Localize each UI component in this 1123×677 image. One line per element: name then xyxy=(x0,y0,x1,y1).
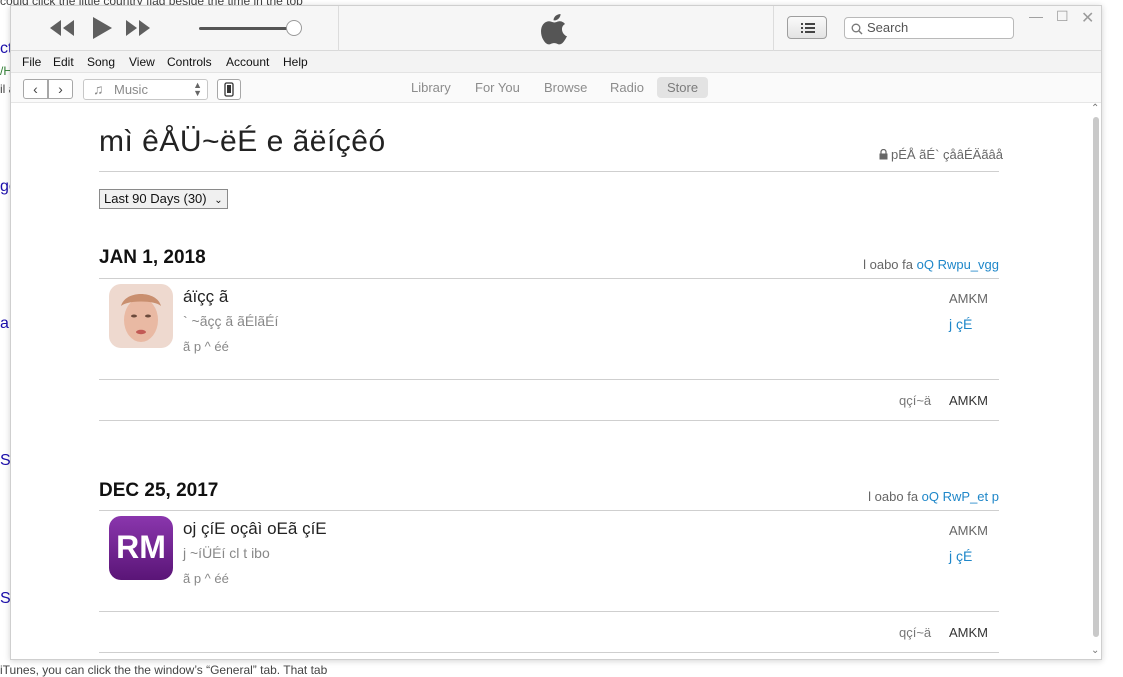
maximize-icon[interactable]: ☐ xyxy=(1056,8,1069,25)
apple-logo-icon xyxy=(541,14,567,45)
bg-frag: /H xyxy=(0,64,10,78)
tab-browse[interactable]: Browse xyxy=(544,80,587,95)
media-kind-select[interactable]: ♫ Music ▲ ▼ xyxy=(83,79,208,100)
item-type: ã p ^ éé xyxy=(183,339,229,354)
menu-view[interactable]: View xyxy=(129,55,155,69)
scroll-down-icon[interactable]: ⌄ xyxy=(1091,645,1099,656)
item-price: AMKM xyxy=(949,291,988,306)
navigation-bar: ‹ › ♫ Music ▲ ▼ Library For You Browse Ra… xyxy=(11,73,1101,103)
bg-frag: ar xyxy=(0,315,10,332)
bg-frag: St xyxy=(0,452,10,469)
item-title: áïçç ã xyxy=(183,287,229,306)
play-icon[interactable] xyxy=(91,16,113,40)
close-icon[interactable]: ✕ xyxy=(1081,8,1094,28)
item-price: AMKM xyxy=(949,523,988,538)
rewind-icon[interactable] xyxy=(49,19,75,37)
tab-for-you[interactable]: For You xyxy=(475,80,520,95)
total-label: qçí~ä xyxy=(899,393,932,408)
order-date: DEC 25, 2017 xyxy=(99,480,219,501)
chevron-down-icon: ⌄ xyxy=(214,195,223,206)
menu-edit[interactable]: Edit xyxy=(53,55,74,69)
search-input[interactable]: Search xyxy=(844,17,1014,39)
vertical-scrollbar[interactable]: ⌃ ⌄ xyxy=(1089,103,1101,659)
total-value: AMKM xyxy=(949,393,988,408)
toolbar-right: Search — ☐ ✕ xyxy=(773,6,1101,51)
tab-library[interactable]: Library xyxy=(411,80,451,95)
up-next-list-button[interactable] xyxy=(787,16,827,39)
menu-file[interactable]: File xyxy=(22,55,41,69)
menu-song[interactable]: Song xyxy=(87,55,115,69)
order-id: l oabo fa oQ Rwpu_vgg xyxy=(863,257,999,272)
item-title: oj çíE oçâì oEã çíE xyxy=(183,519,327,538)
search-placeholder: Search xyxy=(867,20,909,35)
total-value: AMKM xyxy=(949,625,988,640)
fast-forward-icon[interactable] xyxy=(125,19,151,37)
divider xyxy=(99,420,999,421)
divider xyxy=(99,278,999,279)
app-icon-portrait[interactable] xyxy=(109,284,173,348)
order-id-link[interactable]: oQ RwP_et p xyxy=(922,489,999,504)
scroll-up-icon[interactable]: ⌃ xyxy=(1091,103,1099,114)
rm-icon-text: RM xyxy=(116,529,166,565)
app-icon-rm[interactable]: RM xyxy=(109,516,173,580)
total-label: qçí~ä xyxy=(899,625,932,640)
media-kind-label: Music xyxy=(114,82,148,97)
secure-connection-note: pÉÅ ãÉ` çåâÉÄãâå xyxy=(879,147,1003,162)
more-link[interactable]: j çÉ xyxy=(949,548,972,564)
item-developer: ` ~ãçç ã ãÉlãÉí xyxy=(183,313,279,329)
period-select[interactable]: Last 90 Days (30) ⌄ xyxy=(99,189,228,209)
bg-frag: il a xyxy=(0,82,10,96)
forward-button[interactable]: › xyxy=(48,79,73,99)
transport-controls xyxy=(11,6,339,51)
volume-slider[interactable] xyxy=(199,27,294,30)
divider xyxy=(99,611,999,612)
minimize-icon[interactable]: — xyxy=(1029,8,1043,24)
updown-chevron-icon: ▲ ▼ xyxy=(193,80,202,98)
divider xyxy=(99,510,999,511)
divider xyxy=(99,379,999,380)
bg-frag: cto xyxy=(0,40,10,57)
menu-help[interactable]: Help xyxy=(283,55,308,69)
divider xyxy=(99,652,999,653)
list-icon xyxy=(801,23,815,33)
itunes-window: Search — ☐ ✕ File Edit Song View Control… xyxy=(10,5,1102,660)
tab-store[interactable]: Store xyxy=(657,77,709,98)
lock-icon xyxy=(879,148,888,160)
order-id: l oabo fa oQ RwP_et p xyxy=(868,489,999,504)
music-note-icon: ♫ xyxy=(93,81,104,97)
page-title: mì êÅÜ~ëÉ e ãëíçêó xyxy=(99,125,386,158)
purchase-history-content: mì êÅÜ~ëÉ e ãëíçêó pÉÅ ãÉ` çåâÉÄãâå Last… xyxy=(11,103,1089,659)
device-button[interactable] xyxy=(217,79,241,100)
volume-knob[interactable] xyxy=(286,20,302,36)
menu-controls[interactable]: Controls xyxy=(167,55,212,69)
item-type: ã p ^ éé xyxy=(183,571,229,586)
order-date: JAN 1, 2018 xyxy=(99,247,206,268)
back-button[interactable]: ‹ xyxy=(23,79,48,99)
bg-frag: Si xyxy=(0,590,10,607)
iphone-icon xyxy=(224,82,234,97)
tab-radio[interactable]: Radio xyxy=(610,80,644,95)
item-developer: j ~íÜÉí cl t ibo xyxy=(183,545,270,561)
title-bar: Search — ☐ ✕ xyxy=(11,6,1101,51)
search-icon xyxy=(851,23,863,35)
divider xyxy=(99,171,999,172)
menu-bar: File Edit Song View Controls Account Hel… xyxy=(11,51,1101,73)
scroll-thumb[interactable] xyxy=(1093,117,1099,637)
bg-frag: ge xyxy=(0,178,10,195)
more-link[interactable]: j çÉ xyxy=(949,316,972,332)
menu-account[interactable]: Account xyxy=(226,55,269,69)
face-portrait-icon xyxy=(109,284,173,348)
order-id-link[interactable]: oQ Rwpu_vgg xyxy=(917,257,999,272)
